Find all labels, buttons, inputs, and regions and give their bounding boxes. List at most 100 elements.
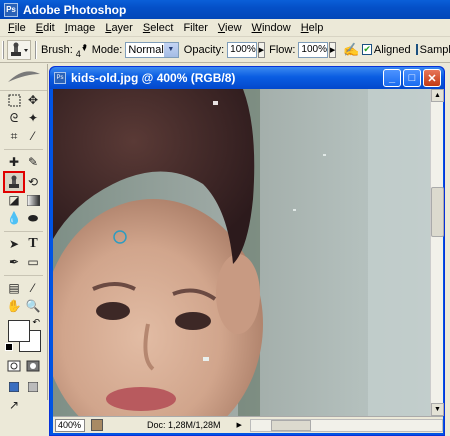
airbrush-icon[interactable]: ✍ [343, 42, 359, 58]
path-selection-tool-icon[interactable]: ➤ [5, 235, 23, 253]
tool-row: ▤ ⁄ [0, 279, 47, 297]
flow-input[interactable]: 100% [298, 41, 328, 58]
flow-slider-button[interactable]: ▶ [328, 41, 337, 58]
menu-file[interactable]: File [3, 22, 31, 34]
color-swatches: ↶ [5, 317, 42, 353]
menu-image[interactable]: Image [60, 22, 101, 34]
swap-colors-icon[interactable]: ↶ [32, 317, 40, 328]
image-canvas[interactable] [53, 89, 430, 416]
document-statusbar: 400% Doc: 1,28M/1,28M ▶ [53, 416, 443, 433]
opacity-label: Opacity: [183, 43, 225, 56]
document-window: Ps kids-old.jpg @ 400% (RGB/8) _ □ ✕ ▲ ▼… [49, 66, 445, 436]
healing-brush-tool-icon[interactable]: ✚ [5, 153, 23, 171]
photo-image [53, 89, 430, 416]
document-title: kids-old.jpg @ 400% (RGB/8) [71, 71, 236, 85]
sample-checkbox[interactable] [415, 44, 418, 55]
tool-row [0, 357, 47, 375]
shape-tool-icon[interactable]: ▭ [24, 253, 42, 271]
brush-label: Brush: [41, 43, 73, 56]
eraser-tool-icon[interactable]: ◪ [5, 191, 23, 209]
tool-row: ✥ [0, 91, 47, 109]
toolbox: ✥ ᘓ ✦ ⌗ ⁄ ✚ ✎ ⟲ ◪ 💧 ⬬ ➤ T ✒ ▭ ▤ ⁄ ✋ 🔍 ↶ … [0, 64, 48, 412]
tool-preset-picker[interactable] [7, 39, 31, 60]
flow-label: Flow: [269, 43, 296, 56]
opacity-input[interactable]: 100% [227, 41, 257, 58]
photoshop-logo-icon: Ps [4, 2, 18, 17]
tool-row: ⟲ [0, 171, 47, 193]
close-button[interactable]: ✕ [423, 69, 441, 87]
lasso-tool-icon[interactable]: ᘓ [5, 109, 23, 127]
toolbox-divider [4, 227, 43, 232]
horizontal-scrollbar[interactable] [249, 418, 443, 432]
menu-window[interactable]: Window [247, 22, 296, 34]
options-separator [35, 40, 37, 59]
mode-value: Normal [128, 43, 164, 56]
mode-select[interactable]: Normal ▼ [125, 41, 179, 58]
toolbox-divider [4, 271, 43, 276]
tool-row: ✚ ✎ [0, 153, 47, 171]
notes-tool-icon[interactable]: ▤ [5, 279, 23, 297]
dodge-tool-icon[interactable]: ⬬ [24, 209, 42, 227]
brush-tool-icon[interactable]: ✎ [24, 153, 42, 171]
crop-tool-icon[interactable]: ⌗ [5, 127, 23, 145]
zoom-level-input[interactable]: 400% [55, 418, 85, 432]
zoom-tool-icon[interactable]: 🔍 [24, 297, 42, 315]
chevron-down-icon: ▼ [163, 42, 178, 57]
feather-logo-icon[interactable] [0, 64, 47, 91]
marquee-tool-icon[interactable] [5, 91, 23, 109]
magic-wand-tool-icon[interactable]: ✦ [24, 109, 42, 127]
move-tool-icon[interactable]: ✥ [24, 91, 42, 109]
menu-layer[interactable]: Layer [100, 22, 138, 34]
minimize-button[interactable]: _ [383, 69, 401, 87]
pen-tool-icon[interactable]: ✒ [5, 253, 23, 271]
tool-row: ✋ 🔍 [0, 297, 47, 315]
document-titlebar[interactable]: Ps kids-old.jpg @ 400% (RGB/8) _ □ ✕ [50, 67, 444, 89]
menu-filter[interactable]: Filter [178, 22, 212, 34]
tool-row: ↗ [0, 396, 47, 414]
doc-size-info: Doc: 1,28M/1,28M [147, 420, 221, 430]
gradient-tool-icon[interactable] [24, 191, 42, 209]
tool-row: ➤ T [0, 235, 47, 253]
tool-row: ⌗ ⁄ [0, 127, 47, 145]
hscroll-thumb[interactable] [270, 419, 311, 431]
maximize-button[interactable]: □ [403, 69, 421, 87]
foreground-color[interactable] [8, 320, 30, 342]
sample-label: Sample [419, 43, 450, 56]
clone-stamp-icon [11, 42, 28, 56]
vertical-scrollbar[interactable]: ▲ ▼ [430, 89, 444, 416]
scroll-up-icon[interactable]: ▲ [431, 89, 444, 102]
menu-view[interactable]: View [213, 22, 247, 34]
screen-mode-full-icon[interactable] [24, 378, 42, 396]
scroll-down-icon[interactable]: ▼ [431, 403, 444, 416]
menu-edit[interactable]: Edit [31, 22, 60, 34]
scroll-thumb[interactable] [431, 187, 444, 237]
eyedropper-tool-icon[interactable]: ⁄ [24, 279, 42, 297]
clone-stamp-tool-icon[interactable] [3, 171, 25, 193]
screen-mode-standard-icon[interactable] [5, 378, 23, 396]
brush-preset[interactable]: 4 [76, 32, 87, 60]
mode-label: Mode: [91, 43, 123, 56]
app-titlebar: Ps Adobe Photoshop [0, 0, 450, 19]
aligned-checkbox[interactable]: ✔ [362, 44, 372, 55]
type-tool-icon[interactable]: T [24, 235, 42, 253]
quick-mask-mode-icon[interactable] [24, 357, 42, 375]
opacity-slider-button[interactable]: ▶ [257, 41, 266, 58]
document-profile-icon[interactable] [91, 419, 103, 431]
standard-mode-icon[interactable] [5, 357, 23, 375]
menu-help[interactable]: Help [296, 22, 329, 34]
aligned-label: Aligned [373, 43, 411, 56]
tool-row: ✒ ▭ [0, 253, 47, 271]
history-brush-tool-icon[interactable]: ⟲ [24, 173, 42, 191]
hand-tool-icon[interactable]: ✋ [5, 297, 23, 315]
options-bar-grip[interactable] [2, 40, 4, 59]
status-menu-icon[interactable]: ▶ [237, 421, 242, 429]
menu-select[interactable]: Select [138, 22, 179, 34]
blur-tool-icon[interactable]: 💧 [5, 209, 23, 227]
tool-row: ◪ [0, 191, 47, 209]
feather-icon [7, 71, 40, 82]
app-title: Adobe Photoshop [23, 2, 127, 17]
default-colors-icon[interactable] [5, 343, 13, 351]
jump-to-imageready-icon[interactable]: ↗ [5, 396, 23, 414]
document-icon: Ps [54, 72, 66, 84]
slice-tool-icon[interactable]: ⁄ [24, 127, 42, 145]
